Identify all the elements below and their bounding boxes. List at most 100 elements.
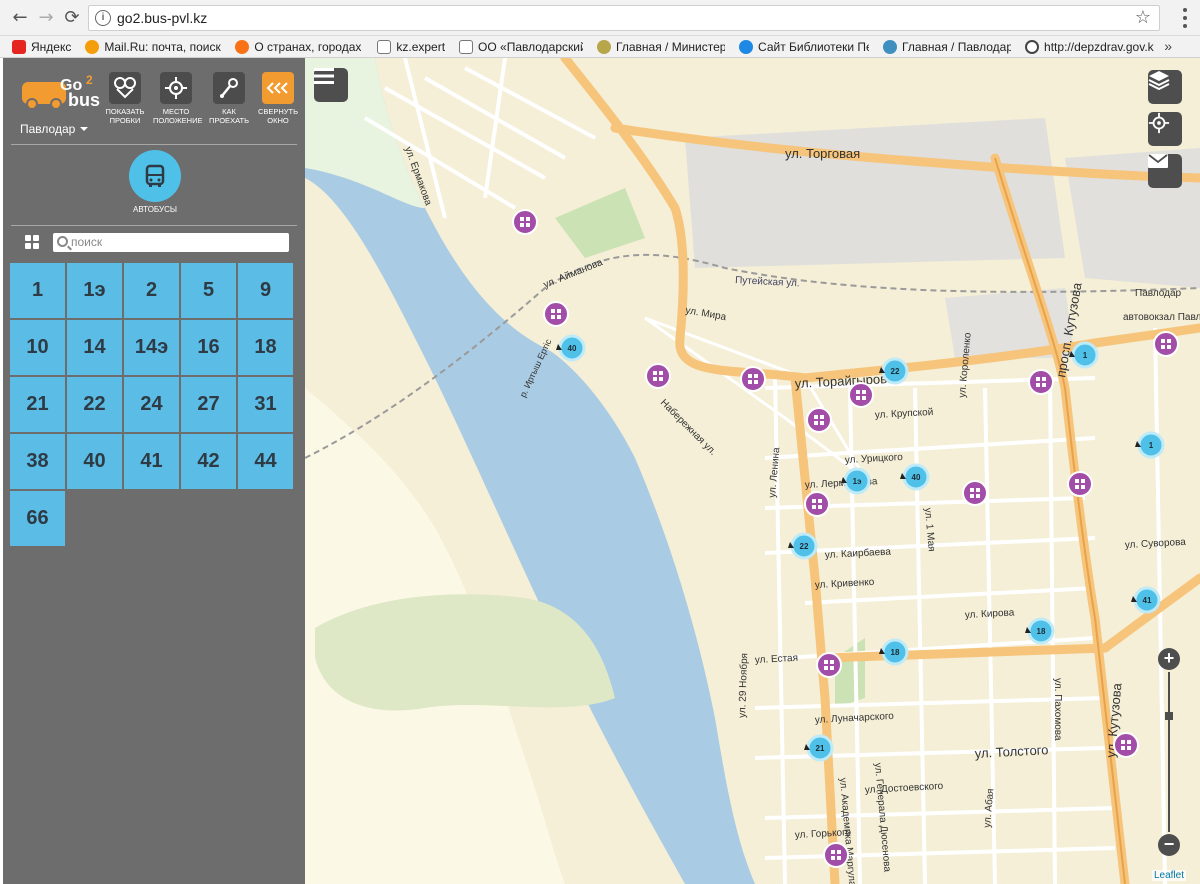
- mailru-icon: [85, 39, 100, 54]
- route-button-21[interactable]: 21: [10, 377, 65, 432]
- browser-menu-icon[interactable]: [1182, 8, 1188, 28]
- layers-button[interactable]: [1148, 70, 1182, 104]
- route-button-42[interactable]: 42: [181, 434, 236, 489]
- bus-stop-route: 18: [1037, 627, 1046, 636]
- bookmark-label: Сайт Библиотеки Пер: [758, 39, 870, 54]
- street-label: ул. Торговая: [785, 146, 860, 161]
- bus-stop-marker[interactable]: 1: [1135, 431, 1165, 459]
- poi-marker[interactable]: [848, 382, 874, 408]
- feedback-button[interactable]: [1148, 154, 1182, 188]
- bookmark-item[interactable]: О странах, городах и: [235, 39, 363, 54]
- route-search[interactable]: [53, 233, 289, 252]
- bus-stop-route: 22: [800, 542, 809, 551]
- bus-stop-marker[interactable]: 41: [1131, 586, 1161, 614]
- route-button-40[interactable]: 40: [67, 434, 122, 489]
- poi-marker[interactable]: [512, 209, 538, 235]
- zoom-slider[interactable]: [1168, 672, 1170, 832]
- bus-stop-marker[interactable]: 1э: [841, 467, 871, 495]
- bookmark-item[interactable]: Главная / Министерс: [597, 39, 725, 54]
- bookmark-item[interactable]: ОО «Павлодарский ,: [459, 39, 583, 54]
- search-input[interactable]: [71, 234, 285, 250]
- park: [555, 188, 645, 258]
- attribution-link[interactable]: Leaflet: [1151, 870, 1186, 881]
- locate-me-button[interactable]: [1148, 112, 1182, 146]
- route-button-1[interactable]: 1: [10, 263, 65, 318]
- bookmark-item[interactable]: http://depzdrav.gov.k: [1025, 39, 1165, 54]
- map-canvas[interactable]: ул. Торговаяул. Мираул. Торайгыровапросп…: [305, 58, 1200, 884]
- route-button-9[interactable]: 9: [238, 263, 293, 318]
- poi-marker[interactable]: [823, 842, 849, 868]
- poi-marker[interactable]: [804, 491, 830, 517]
- bookmark-item[interactable]: Mail.Ru: почта, поиск: [85, 39, 221, 54]
- crosshair-icon: [160, 72, 192, 104]
- bus-transport-button[interactable]: [129, 150, 181, 202]
- forward-arrow-icon[interactable]: →: [34, 6, 58, 30]
- bus-stop-route: 22: [891, 367, 900, 376]
- bookmark-item[interactable]: Сайт Библиотеки Пер: [739, 39, 870, 54]
- collapse-panel-button[interactable]: СВЕРНУТЬ ОКНО: [255, 72, 301, 125]
- bookmark-item[interactable]: kz.expert: [377, 39, 445, 54]
- street-label: Путейская ул.: [735, 275, 800, 289]
- emblem-icon: [597, 39, 612, 54]
- poi-marker[interactable]: [962, 480, 988, 506]
- bookmarks-bar: Яндекс Mail.Ru: почта, поиск О странах, …: [0, 36, 1200, 58]
- back-arrow-icon[interactable]: ←: [8, 6, 32, 30]
- route-button-2[interactable]: 2: [124, 263, 179, 318]
- poi-marker[interactable]: [740, 366, 766, 392]
- bookmark-star-icon[interactable]: ☆: [1135, 7, 1151, 28]
- grid-view-icon[interactable]: [25, 235, 39, 249]
- city-selector[interactable]: Павлодар: [20, 122, 89, 136]
- more-bookmarks-button[interactable]: »: [1164, 38, 1172, 54]
- route-button-27[interactable]: 27: [181, 377, 236, 432]
- route-button-14[interactable]: 14: [67, 320, 122, 375]
- route-button-14э[interactable]: 14э: [124, 320, 179, 375]
- bus-stop-marker[interactable]: 40: [556, 334, 586, 362]
- info-icon[interactable]: i: [95, 10, 111, 26]
- route-button-44[interactable]: 44: [238, 434, 293, 489]
- address-bar[interactable]: i go2.bus-pvl.kz ☆: [88, 5, 1160, 31]
- street-label: ул. Айманова: [542, 257, 605, 291]
- zoom-slider-handle[interactable]: [1165, 712, 1173, 720]
- directions-button[interactable]: КАК ПРОЕХАТЬ: [206, 72, 252, 125]
- bookmark-item[interactable]: Главная / Павлодарс: [883, 39, 1011, 54]
- bus-stop-route: 1: [1149, 441, 1154, 450]
- bookmark-item[interactable]: Яндекс: [12, 39, 71, 54]
- route-button-16[interactable]: 16: [181, 320, 236, 375]
- heart-icon: [1025, 39, 1040, 54]
- show-traffic-button[interactable]: ПОКАЗАТЬ ПРОБКИ: [102, 72, 148, 125]
- route-button-18[interactable]: 18: [238, 320, 293, 375]
- route-button-1э[interactable]: 1э: [67, 263, 122, 318]
- map[interactable]: ул. Торговая ул. Мира ул. Торайгырова просп…: [305, 58, 1200, 884]
- route-button-24[interactable]: 24: [124, 377, 179, 432]
- url-text[interactable]: go2.bus-pvl.kz: [117, 10, 207, 26]
- bus-stop-marker[interactable]: 40: [900, 463, 930, 491]
- street-label: ул. 29 Ноября: [736, 653, 750, 718]
- route-button-5[interactable]: 5: [181, 263, 236, 318]
- bus-stop-marker[interactable]: 18: [1025, 617, 1055, 645]
- map-menu-button[interactable]: [314, 68, 348, 102]
- zoom-in-button[interactable]: +: [1158, 648, 1180, 670]
- poi-marker[interactable]: [816, 652, 842, 678]
- route-button-31[interactable]: 31: [238, 377, 293, 432]
- envelope-icon: [1148, 154, 1168, 168]
- poi-marker[interactable]: [1028, 369, 1054, 395]
- route-button-38[interactable]: 38: [10, 434, 65, 489]
- street-label: ул. Ленина: [767, 447, 782, 499]
- poi-marker[interactable]: [1153, 331, 1179, 357]
- reload-icon[interactable]: ⟳: [60, 6, 84, 30]
- bus-stop-route: 41: [1143, 596, 1152, 605]
- street-label: ул. Естая: [755, 653, 799, 666]
- my-location-button[interactable]: МЕСТО ПОЛОЖЕНИЕ: [153, 72, 202, 125]
- poi-marker[interactable]: [645, 363, 671, 389]
- poi-marker[interactable]: [1067, 471, 1093, 497]
- bus-stop-route: 1: [1083, 351, 1088, 360]
- zoom-out-button[interactable]: −: [1158, 834, 1180, 856]
- route-button-10[interactable]: 10: [10, 320, 65, 375]
- poi-marker[interactable]: [543, 301, 569, 327]
- poi-marker[interactable]: [806, 407, 832, 433]
- bus-stop-marker[interactable]: 22: [788, 532, 818, 560]
- route-button-66[interactable]: 66: [10, 491, 65, 546]
- route-button-41[interactable]: 41: [124, 434, 179, 489]
- poi-marker[interactable]: [1113, 732, 1139, 758]
- route-button-22[interactable]: 22: [67, 377, 122, 432]
